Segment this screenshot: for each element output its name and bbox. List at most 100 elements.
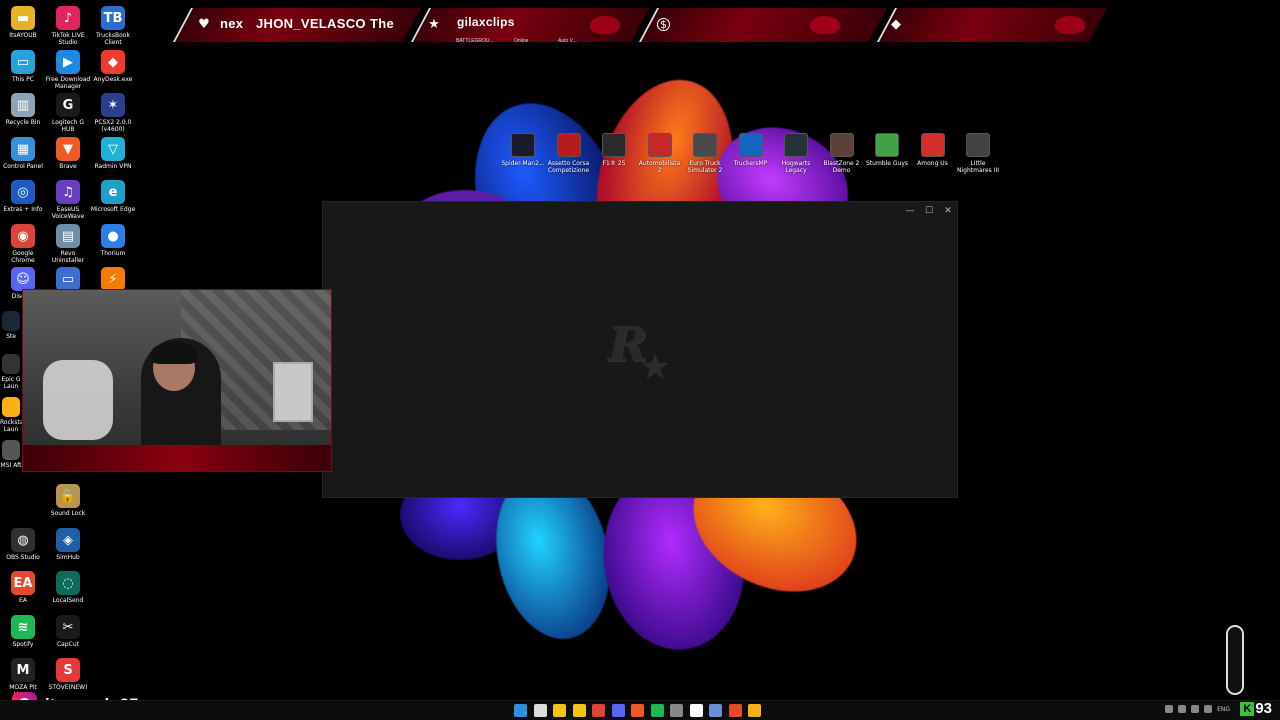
mascot-badge-icon [1226,625,1244,695]
tray-icon[interactable] [1204,705,1213,713]
game-shortcut[interactable]: Assetto Corsa Competizione [546,133,592,174]
game-shortcut[interactable]: Spider-Man2... [500,133,546,167]
desktop-icon[interactable]: ▥ Recycle Bin [0,93,46,126]
counter-value: 93 [1255,700,1272,717]
desktop-icon-label: Sound Lock [50,510,86,517]
overlay-sub-label: BATTLEGROU... [456,38,494,44]
app-icon: ◈ [56,528,80,552]
heart-icon: ♥ [198,16,210,32]
game-shortcut[interactable]: Little Nightmares III [955,133,1001,174]
game-shortcut[interactable]: Hogwarts Legacy [773,133,819,174]
desktop-icon[interactable]: ▤ Revo Uninstaller [45,224,91,264]
desktop-icon[interactable]: ✂ CapCut [45,615,91,648]
desktop-icon-label: EA [19,597,27,604]
app-icon: ◍ [11,528,35,552]
desktop-icon[interactable]: S STOVE(NEW) [45,658,91,691]
ticker-left-text: nex [220,16,244,31]
taskbar-app-icon[interactable] [650,704,664,717]
desktop-icon[interactable]: 🔒 Sound Lock [45,484,91,517]
game-icon [966,133,990,157]
game-shortcut-label: BlastZone 2 Demo [823,160,860,174]
game-shortcut[interactable]: Stumble Guys [864,133,910,167]
maximize-button[interactable]: ☐ [920,206,938,216]
taskbar-app-icon[interactable] [709,704,722,717]
desktop-icon-label: Epic G Laun [1,376,21,390]
desktop-icon[interactable]: ◌ LocalSend [45,571,91,604]
desktop-icon[interactable]: ◆ AnyDesk.exe [90,50,136,83]
game-shortcut[interactable]: F1® 25 [591,133,637,167]
game-shortcut[interactable]: Euro Truck Simulator 2 [682,133,728,174]
desktop-icon[interactable]: Epic G Laun [0,354,22,390]
taskbar-app-icon[interactable] [611,704,625,717]
desktop-icon[interactable]: ♫ EaseUS VoiceWave [45,180,91,220]
tray-icon[interactable] [1178,705,1187,713]
desktop-icon-label: STOVE(NEW) [48,684,88,691]
tray-icon[interactable] [1191,705,1200,713]
desktop-icon[interactable]: ≋ Spotify [0,615,46,648]
desktop-icon[interactable]: ▬ ItsAYOUB [0,6,46,39]
tray-icon[interactable] [1165,705,1174,713]
desktop-icon-label: Revo Uninstaller [51,250,85,264]
game-icon [875,133,899,157]
desktop-icon[interactable]: G Logitech G HUB [45,93,91,133]
game-shortcut-label: Spider-Man2... [501,160,545,167]
taskbar-app-icon[interactable] [728,704,742,717]
taskbar-app-icon[interactable] [553,704,566,717]
game-shortcut[interactable]: BlastZone 2 Demo [819,133,865,174]
desktop-icon[interactable]: ◍ OBS Studio [0,528,46,561]
desktop-icon[interactable]: ◈ SimHub [45,528,91,561]
game-icon [829,133,854,157]
app-icon: ▼ [56,137,80,161]
desktop-icon-label: Brave [59,163,77,170]
game-icon [556,133,581,157]
desktop-icon-label: Thorium [100,250,126,257]
desktop-icon[interactable]: ▶ Free Download Manager [45,50,91,90]
minimize-button[interactable]: — [901,206,919,216]
taskbar-app-icon[interactable] [631,704,644,717]
desktop-icon[interactable]: ◎ Extras + Info [0,180,46,213]
desktop-icon[interactable]: ◉ Google Chrome [0,224,46,264]
app-icon: ● [101,224,125,248]
desktop-icon[interactable]: TB TrucksBook Client [90,6,136,46]
taskbar-app-icon[interactable] [748,704,761,717]
desktop-icon-label: Free Download Manager [45,76,91,90]
desktop-icon[interactable]: e Microsoft Edge [90,180,136,213]
overlay-cloud [810,16,840,34]
game-shortcut-label: Automobilista 2 [638,160,681,174]
app-icon: ♪ [56,6,80,30]
taskbar-app-icon[interactable] [514,704,527,717]
desktop-icon[interactable]: ▽ Radmin VPN [90,137,136,170]
desktop-icon[interactable]: ▦ Control Panel [0,137,46,170]
desktop-icon[interactable]: MSI Aft [0,440,22,469]
app-icon: ▶ [56,50,80,74]
taskbar-app-icon[interactable] [670,704,683,717]
rockstar-launcher-window[interactable]: — ☐ ✕ R ★ [322,201,958,498]
app-icon: ☺ [11,267,35,291]
desktop-icon-label: LocalSend [52,597,84,604]
webcam-chair [43,360,113,440]
app-icon: ◎ [11,180,35,204]
game-shortcut-label: Little Nightmares III [956,160,999,174]
desktop-icon[interactable]: ▭ This PC [0,50,46,83]
app-icon [2,311,20,331]
game-shortcut[interactable]: Among Us [910,133,956,167]
desktop-icon[interactable]: ● Thorium [90,224,136,257]
game-shortcut[interactable]: TruckersMP [728,133,774,167]
game-shortcut[interactable]: Automobilista 2 [637,133,683,174]
taskbar-app-icon[interactable] [592,704,605,717]
desktop-icon[interactable]: EA EA [0,571,46,604]
dollar-icon: $ [657,18,670,31]
desktop-icon-label: SimHub [56,554,80,561]
desktop-icon[interactable]: ✶ PCSX2 2.0.0 (v4600) [90,93,136,133]
close-button[interactable]: ✕ [939,206,957,216]
language-indicator[interactable]: ENG [1217,706,1230,713]
taskbar-app-icon[interactable] [533,704,547,717]
desktop-icon[interactable]: Rocksta Laun [0,397,24,433]
desktop-icon[interactable]: ♪ TikTok LIVE Studio [45,6,91,46]
taskbar-app-icon[interactable] [689,704,703,717]
desktop-icon[interactable]: ▼ Brave [45,137,91,170]
webcam-pc-case [273,362,313,422]
overlay-sub-label: Online [514,38,529,44]
taskbar-app-icon[interactable] [572,704,586,717]
desktop-icon[interactable]: Ste [0,311,22,340]
